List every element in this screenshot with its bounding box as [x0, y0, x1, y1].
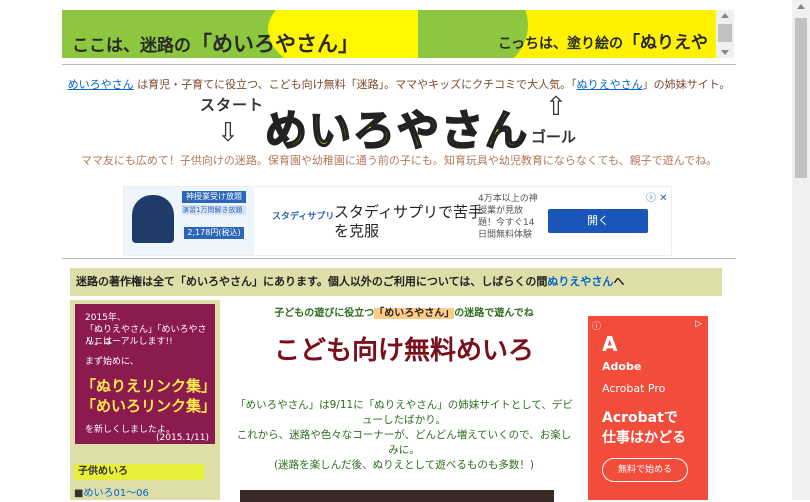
banner-ad[interactable]: 神授業受け放題 演習1万問解き放題 2,178円(税込) スタディサプリ スタデ… [123, 186, 672, 256]
ad-info-icon[interactable]: ⓘ [592, 319, 601, 332]
promo-line: リニューアルします!! [85, 337, 173, 347]
notice-link[interactable]: ぬりえやさん [547, 275, 613, 288]
ad-brand: Adobe [602, 360, 642, 373]
sub-highlight: 「めいろやさん」 [374, 308, 455, 319]
ad-headline-2: を克服 [334, 222, 380, 240]
notice-text: 迷路の著作権は全て「めいろやさん」にあります。個人以外のご利用については、しばら… [76, 275, 548, 288]
banner-scrollbar[interactable] [716, 10, 734, 58]
intro-text-1: は育児・子育てに役立つ、こども向け無料「迷路」。ママやキッズにクチコミで大人気。… [133, 78, 577, 91]
intro-text-2: 」の姉妹サイト。 [642, 78, 731, 91]
banner-left-text: ここは、迷路の「めいろやさん」 [72, 28, 359, 58]
promo-line: まず始めに、 [85, 357, 139, 367]
logo-goal: ゴール [531, 128, 577, 146]
adchoices-icon[interactable]: ▷ [695, 319, 702, 329]
tagline: ママ友にも広めて！子供向けの迷路。保育園や幼稚園に通う前の子にも。知育玩具や幼児… [80, 154, 718, 167]
ad-image[interactable]: 神授業受け放題 演習1万問解き放題 2,178円(税込) [124, 187, 254, 255]
page-title: こども向け無料めいろ [273, 336, 534, 366]
notice-suffix: へ [613, 275, 625, 288]
meiro-links-link[interactable]: 「めいろリンク集」 [81, 399, 216, 420]
logo-start: スタート [200, 96, 265, 114]
ad-product: Acrobat Pro [602, 382, 666, 395]
ad-open-button[interactable]: 開く [548, 209, 648, 233]
meiroyasan-link[interactable]: めいろやさん [68, 78, 134, 91]
sub-post: の迷路で遊んでね [454, 308, 534, 319]
page: ここは、迷路の「めいろやさん」 こっちは、塗り絵の「ぬりえやさん」 めいろやさん… [0, 0, 810, 502]
nuriyasan-link[interactable]: ぬりえやさん [577, 78, 643, 91]
ad-catch-1: Acrobatで [602, 410, 678, 426]
ad-headline[interactable]: スタディサプリで苦手 を克服 [334, 203, 483, 241]
promo-line: 2015年、 [85, 313, 126, 323]
banner-right-text: こっちは、塗り絵の「ぬりえやさん」 [498, 28, 716, 58]
site-logo[interactable]: スタート ⇩ めいろやさん ⇧ ゴール [195, 92, 595, 156]
banner-left-name: 「めいろやさん」 [191, 32, 359, 56]
banner-right-prefix: こっちは、塗り絵の [498, 36, 624, 52]
adobe-logo-icon: A [602, 332, 618, 356]
scrollbar-thumb[interactable] [718, 24, 732, 42]
maze01-06-link[interactable]: めいろ01～06 [83, 488, 148, 499]
scroll-up-icon[interactable] [721, 13, 729, 18]
scroll-up-icon[interactable] [797, 4, 805, 9]
ad-logo: スタディサプリ [272, 212, 335, 222]
promo-date: (2015.1/11) [156, 433, 209, 443]
kids-maze-heading: 子供めいろ [74, 464, 204, 480]
center-body: 「めいろやさん」は9/11に「ぬりえやさん」の姉妹サイトとして、デビューしたばか… [232, 398, 576, 473]
banner-left-prefix: ここは、迷路の [72, 36, 191, 56]
ad-price: 2,178円(税込) [184, 227, 244, 239]
scroll-down-icon[interactable] [721, 50, 729, 55]
page-scrollbar[interactable] [792, 0, 810, 500]
logo-title: めいろやさん [264, 105, 530, 156]
meiroyasan-banner[interactable]: ここは、迷路の「めいろやさん」 [62, 10, 418, 58]
sub-pre: 子どもの遊びに役立つ [274, 308, 375, 319]
center-image[interactable] [240, 490, 554, 502]
ad-catch: Acrobatで 仕事はかどる [602, 408, 686, 448]
nuriyasan-banner[interactable]: こっちは、塗り絵の「ぬりえやさん」 [418, 10, 716, 58]
ad-catch-2: 仕事はかどる [602, 430, 686, 446]
renewal-promo: 2015年、 「ぬりえやさん」「めいろやさん」は リニューアルします!! まず始… [75, 304, 216, 444]
ad-badge: 神授業受け放題 [182, 191, 246, 203]
sidebar-item-maze01-06[interactable]: ■めいろ01～06 [74, 484, 149, 499]
body-line: 「めいろやさん」は9/11に「ぬりえやさん」の姉妹サイトとして、デビューしたばか… [235, 399, 573, 426]
ad-headline-1: スタディサプリで苦手 [334, 203, 483, 221]
ad-badge: 演習1万問解き放題 [182, 205, 246, 215]
body-line: これから、迷路や色々なコーナーが、どんどん増えていくので、お楽しみに。 [236, 429, 572, 456]
divider [62, 64, 736, 65]
ad-info-close-icon[interactable]: ⓘ ✕ [646, 189, 668, 204]
ad-description: 4万本以上の神授業が見放題！今すぐ14日間無料体験 [478, 194, 538, 240]
ad-cta-button[interactable]: 無料で始める [602, 458, 688, 482]
divider [62, 258, 736, 259]
arrow-down-icon: ⇩ [217, 118, 239, 148]
arrow-up-icon: ⇧ [545, 92, 567, 122]
ad-person-image [132, 195, 174, 243]
side-ad[interactable]: ⓘ ▷ A Adobe Acrobat Pro Acrobatで 仕事はかどる … [588, 316, 708, 500]
body-line: (迷路を楽しんだ後、ぬりえとして遊べるものも多数！) [274, 459, 534, 471]
scrollbar-thumb[interactable] [795, 18, 807, 178]
intro-text: めいろやさん は育児・子育てに役立つ、こども向け無料「迷路」。ママやキッズにクチ… [62, 76, 736, 92]
center-subtitle: 子どもの遊びに役立つ「めいろやさん」の迷路で遊んでね [222, 304, 586, 319]
copyright-notice: 迷路の著作権は全て「めいろやさん」にあります。個人以外のご利用については、しばら… [70, 268, 722, 296]
